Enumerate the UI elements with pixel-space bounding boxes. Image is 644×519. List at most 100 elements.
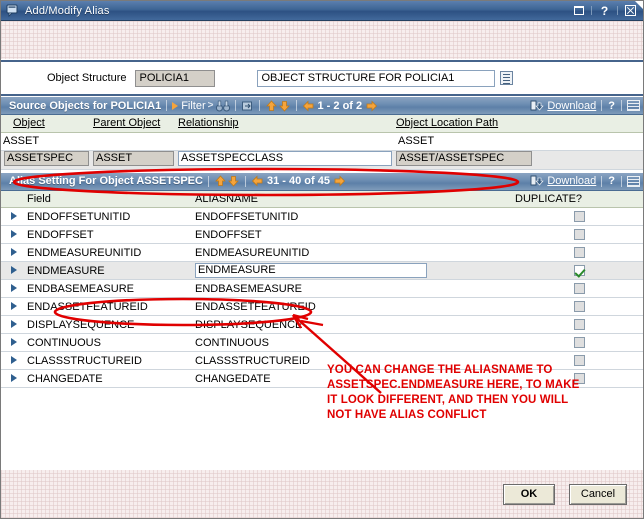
cell-duplicate — [515, 279, 643, 298]
expand-row-icon[interactable] — [11, 247, 17, 256]
expand-row-icon[interactable] — [11, 283, 17, 292]
expand-row-icon[interactable] — [11, 355, 17, 364]
row-expand-cell[interactable] — [1, 315, 27, 334]
table-row[interactable]: ASSET ASSET — [1, 132, 643, 151]
grid-icon[interactable] — [627, 100, 640, 111]
cell-aliasname[interactable]: ENDBASEMEASURE — [195, 279, 515, 298]
help-button[interactable]: ? — [596, 3, 613, 19]
row-expand-cell[interactable] — [1, 261, 27, 280]
row-expand-cell[interactable] — [1, 225, 27, 244]
col-field[interactable]: Field — [27, 190, 195, 208]
cell-duplicate — [515, 351, 643, 370]
table-row[interactable]: CLASSSTRUCTUREID CLASSSTRUCTUREID — [1, 351, 643, 370]
expand-row-icon[interactable] — [11, 319, 17, 328]
alias-setting-download-link[interactable]: Download — [547, 175, 596, 187]
sep-e — [601, 100, 603, 111]
sep-b — [234, 100, 236, 111]
detail-menu-icon[interactable] — [500, 71, 514, 85]
cell-aliasname[interactable]: CONTINUOUS — [195, 333, 515, 352]
duplicate-checkbox[interactable] — [573, 229, 585, 241]
object-structure-description-input[interactable]: OBJECT STRUCTURE FOR POLICIA1 — [257, 69, 496, 87]
expand-row-icon[interactable] — [11, 229, 17, 238]
relationship-input[interactable]: ASSETSPECCLASS — [178, 150, 392, 166]
expand-row-icon[interactable] — [11, 301, 17, 310]
source-objects-table: Object Parent Object Relationship Object… — [1, 115, 643, 170]
duplicate-checkbox[interactable] — [573, 373, 585, 385]
row-expand-cell[interactable] — [1, 297, 27, 316]
expand-row-icon[interactable] — [11, 373, 17, 382]
table-row[interactable]: ENDASSETFEATUREID ENDASSETFEATUREID — [1, 297, 643, 316]
row-expand-cell[interactable] — [1, 333, 27, 352]
duplicate-checkbox[interactable] — [573, 247, 585, 259]
cell-aliasname[interactable]: ENDMEASUREUNITID — [195, 243, 515, 262]
down-arrow-icon[interactable] — [278, 100, 291, 112]
expand-row-icon[interactable] — [11, 337, 17, 346]
table-row[interactable]: ENDMEASURE ENDMEASURE — [1, 261, 643, 280]
table-row[interactable]: CONTINUOUS CONTINUOUS — [1, 333, 643, 352]
duplicate-checkbox[interactable] — [573, 211, 585, 223]
row-expand-cell[interactable] — [1, 279, 27, 298]
source-objects-section-header: Source Objects for POLICIA1 Filter > 1 -… — [1, 96, 643, 115]
duplicate-checkbox[interactable] — [573, 337, 585, 349]
next-page-icon[interactable] — [333, 175, 346, 187]
row-expand-cell[interactable] — [1, 207, 27, 226]
table-row[interactable]: DISPLAYSEQUENCE DISPLAYSEQUENCE — [1, 315, 643, 334]
table-row[interactable]: ASSETSPEC ASSET ASSETSPECCLASS ASSET/ASS… — [1, 150, 643, 170]
table-row[interactable]: ENDOFFSETUNITID ENDOFFSETUNITID — [1, 207, 643, 226]
expand-row-icon[interactable] — [11, 211, 17, 220]
up-arrow-icon[interactable] — [265, 99, 278, 112]
binoculars-icon[interactable] — [215, 100, 230, 112]
down-arrow-icon[interactable] — [227, 175, 240, 187]
cell-aliasname[interactable]: ENDOFFSETUNITID — [195, 207, 515, 226]
download-icon[interactable] — [530, 100, 545, 112]
cell-aliasname[interactable]: DISPLAYSEQUENCE — [195, 315, 515, 334]
download-icon[interactable] — [530, 175, 545, 187]
duplicate-checkbox[interactable] — [573, 301, 585, 313]
grid-icon[interactable] — [627, 175, 640, 187]
restore-button[interactable] — [570, 3, 587, 19]
up-arrow-icon[interactable] — [214, 175, 227, 187]
ok-button[interactable]: OK — [503, 483, 555, 505]
table-row[interactable]: CHANGEDATE CHANGEDATE — [1, 369, 643, 388]
source-objects-help-button[interactable]: ? — [607, 100, 616, 112]
duplicate-checkbox[interactable] — [573, 265, 585, 277]
previous-page-icon[interactable] — [251, 175, 264, 187]
cell-aliasname[interactable]: ENDASSETFEATUREID — [195, 297, 515, 316]
cell-aliasname[interactable]: CHANGEDATE — [195, 369, 515, 388]
cell-aliasname[interactable]: ENDMEASURE — [195, 261, 515, 280]
cell-aliasname[interactable]: ENDOFFSET — [195, 225, 515, 244]
next-row-icon[interactable] — [241, 100, 254, 112]
col-aliasname[interactable]: ALIASNAME — [195, 190, 515, 208]
source-objects-download-link[interactable]: Download — [547, 100, 596, 112]
duplicate-checkbox[interactable] — [573, 319, 585, 331]
col-object-location-path[interactable]: Object Location Path — [396, 115, 643, 133]
row-expand-cell[interactable] — [1, 351, 27, 370]
col-relationship[interactable]: Relationship — [178, 115, 396, 133]
table-row[interactable]: ENDOFFSET ENDOFFSET — [1, 225, 643, 244]
cell-aliasname[interactable]: CLASSSTRUCTUREID — [195, 351, 515, 370]
filter-button[interactable]: Filter — [172, 100, 206, 112]
cell-relationship[interactable]: ASSETSPECCLASS — [178, 150, 396, 170]
duplicate-checkbox[interactable] — [573, 355, 585, 367]
table-row[interactable]: ENDMEASUREUNITID ENDMEASUREUNITID — [1, 243, 643, 262]
cell-duplicate — [515, 243, 643, 262]
alias-setting-help-button[interactable]: ? — [607, 175, 616, 187]
cancel-button[interactable]: Cancel — [569, 483, 627, 505]
title-bar: Add/Modify Alias ? — [1, 1, 643, 21]
previous-page-icon[interactable] — [302, 100, 315, 112]
close-button[interactable] — [622, 3, 639, 19]
cell-field: CHANGEDATE — [27, 369, 195, 388]
duplicate-checkbox[interactable] — [573, 283, 585, 295]
col-object[interactable]: Object — [1, 115, 93, 133]
col-parent-object[interactable]: Parent Object — [93, 115, 178, 133]
filter-triangle-icon — [172, 101, 179, 110]
row-expand-cell[interactable] — [1, 369, 27, 388]
next-page-icon[interactable] — [365, 100, 378, 112]
table-row[interactable]: ENDBASEMEASURE ENDBASEMEASURE — [1, 279, 643, 298]
row-expand-cell[interactable] — [1, 243, 27, 262]
col-duplicate[interactable]: DUPLICATE? — [515, 190, 643, 208]
aliasname-input[interactable]: ENDMEASURE — [195, 263, 427, 278]
cell-parent-object — [93, 132, 178, 151]
source-objects-table-wrapper: Object Parent Object Relationship Object… — [1, 115, 643, 170]
expand-row-icon[interactable] — [11, 265, 17, 274]
